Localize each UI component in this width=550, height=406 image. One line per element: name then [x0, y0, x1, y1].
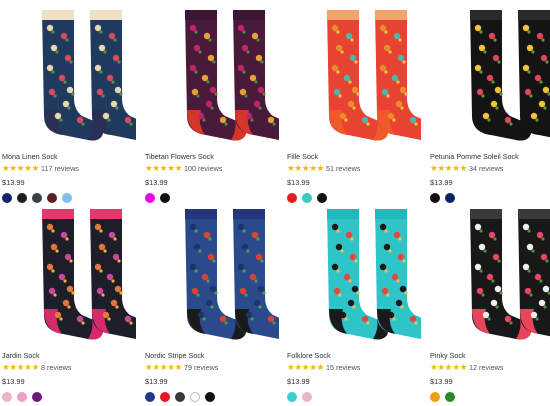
- product-price: $13.99: [145, 377, 168, 386]
- product-rating: ★★★★★ 100 reviews: [145, 163, 279, 174]
- reviews-count-link[interactable]: 100 reviews: [184, 163, 222, 174]
- reviews-count-link[interactable]: 51 reviews: [326, 163, 360, 174]
- color-swatch[interactable]: [160, 392, 170, 402]
- product-rating: ★★★★★ 15 reviews: [287, 362, 421, 373]
- product-title[interactable]: Fille Sock: [287, 152, 421, 162]
- product-rating: ★★★★★ 51 reviews: [287, 163, 421, 174]
- product-title[interactable]: Pinky Sock: [430, 351, 550, 361]
- product-image[interactable]: [287, 205, 421, 343]
- color-swatch[interactable]: [445, 193, 455, 203]
- product-title[interactable]: Petunia Pomme Soleil Sock: [430, 152, 550, 162]
- reviews-count-link[interactable]: 15 reviews: [326, 362, 360, 373]
- color-swatch[interactable]: [205, 392, 215, 402]
- color-swatch[interactable]: [32, 193, 42, 203]
- color-swatch[interactable]: [287, 392, 297, 402]
- product-title[interactable]: Nordic Stripe Sock: [145, 351, 279, 361]
- star-rating-icon: ★★★★★: [145, 163, 183, 173]
- color-swatches: [430, 392, 550, 402]
- color-swatches: [2, 392, 136, 402]
- sock-illustration: [470, 10, 550, 141]
- star-rating-icon: ★★★★★: [430, 362, 468, 372]
- product-price: $13.99: [430, 377, 453, 386]
- product-price: $13.99: [2, 377, 25, 386]
- color-swatches: [145, 193, 279, 203]
- product-grid: Mona Linen Sock ★★★★★ 117 reviews $13.99 Tib…: [0, 0, 550, 406]
- product-card[interactable]: Folklore Sock ★★★★★ 15 reviews $13.99: [287, 205, 421, 402]
- color-swatch[interactable]: [287, 193, 297, 203]
- color-swatches: [145, 392, 279, 402]
- product-image[interactable]: [145, 205, 279, 343]
- product-price: $13.99: [287, 377, 310, 386]
- product-rating: ★★★★★ 8 reviews: [2, 362, 136, 373]
- star-rating-icon: ★★★★★: [430, 163, 468, 173]
- product-title[interactable]: Jardin Sock: [2, 351, 136, 361]
- color-swatch[interactable]: [430, 392, 440, 402]
- color-swatch[interactable]: [2, 392, 12, 402]
- sock-illustration: [327, 10, 421, 141]
- product-image[interactable]: [145, 6, 279, 144]
- color-swatches: [287, 392, 421, 402]
- color-swatch[interactable]: [2, 193, 12, 203]
- product-rating: ★★★★★ 79 reviews: [145, 362, 279, 373]
- color-swatch[interactable]: [430, 193, 440, 203]
- product-image[interactable]: [2, 205, 136, 343]
- sock-illustration: [42, 209, 136, 340]
- product-card[interactable]: Pinky Sock ★★★★★ 12 reviews $13.99: [430, 205, 550, 402]
- color-swatches: [287, 193, 421, 203]
- sock-illustration: [327, 209, 421, 340]
- product-image[interactable]: [287, 6, 421, 144]
- product-rating: ★★★★★ 117 reviews: [2, 163, 136, 174]
- color-swatch[interactable]: [145, 392, 155, 402]
- product-image[interactable]: [430, 6, 550, 144]
- star-rating-icon: ★★★★★: [2, 163, 40, 173]
- product-price: $13.99: [2, 178, 25, 187]
- product-rating: ★★★★★ 12 reviews: [430, 362, 550, 373]
- reviews-count-link[interactable]: 117 reviews: [41, 163, 79, 174]
- star-rating-icon: ★★★★★: [287, 362, 325, 372]
- color-swatch[interactable]: [302, 392, 312, 402]
- color-swatch[interactable]: [302, 193, 312, 203]
- color-swatch[interactable]: [17, 193, 27, 203]
- sock-illustration: [470, 209, 550, 340]
- star-rating-icon: ★★★★★: [2, 362, 40, 372]
- color-swatch[interactable]: [190, 392, 200, 402]
- color-swatch[interactable]: [17, 392, 27, 402]
- color-swatch[interactable]: [445, 392, 455, 402]
- reviews-count-link[interactable]: 12 reviews: [469, 362, 503, 373]
- product-title[interactable]: Folklore Sock: [287, 351, 421, 361]
- sock-illustration: [185, 209, 279, 340]
- star-rating-icon: ★★★★★: [145, 362, 183, 372]
- color-swatch[interactable]: [160, 193, 170, 203]
- color-swatches: [430, 193, 550, 203]
- color-swatch[interactable]: [317, 193, 327, 203]
- color-swatch[interactable]: [32, 392, 42, 402]
- product-card[interactable]: Petunia Pomme Soleil Sock ★★★★★ 34 reviews…: [430, 6, 550, 203]
- product-rating: ★★★★★ 34 reviews: [430, 163, 550, 174]
- color-swatch[interactable]: [47, 193, 57, 203]
- reviews-count-link[interactable]: 8 reviews: [41, 362, 71, 373]
- color-swatch[interactable]: [175, 392, 185, 402]
- product-title[interactable]: Mona Linen Sock: [2, 152, 136, 162]
- product-card[interactable]: Tibetan Flowers Sock ★★★★★ 100 reviews $13.…: [145, 6, 279, 203]
- product-card[interactable]: Nordic Stripe Sock ★★★★★ 79 reviews $13.99: [145, 205, 279, 402]
- product-title[interactable]: Tibetan Flowers Sock: [145, 152, 279, 162]
- product-image[interactable]: [2, 6, 136, 144]
- product-price: $13.99: [287, 178, 310, 187]
- sock-illustration: [185, 10, 279, 141]
- product-price: $13.99: [145, 178, 168, 187]
- color-swatches: [2, 193, 136, 203]
- product-image[interactable]: [430, 205, 550, 343]
- star-rating-icon: ★★★★★: [287, 163, 325, 173]
- reviews-count-link[interactable]: 79 reviews: [184, 362, 218, 373]
- product-card[interactable]: Mona Linen Sock ★★★★★ 117 reviews $13.99: [2, 6, 136, 203]
- product-card[interactable]: Jardin Sock ★★★★★ 8 reviews $13.99: [2, 205, 136, 402]
- product-price: $13.99: [430, 178, 453, 187]
- product-card[interactable]: Fille Sock ★★★★★ 51 reviews $13.99: [287, 6, 421, 203]
- reviews-count-link[interactable]: 34 reviews: [469, 163, 503, 174]
- sock-illustration: [42, 10, 136, 141]
- color-swatch[interactable]: [62, 193, 72, 203]
- color-swatch[interactable]: [145, 193, 155, 203]
